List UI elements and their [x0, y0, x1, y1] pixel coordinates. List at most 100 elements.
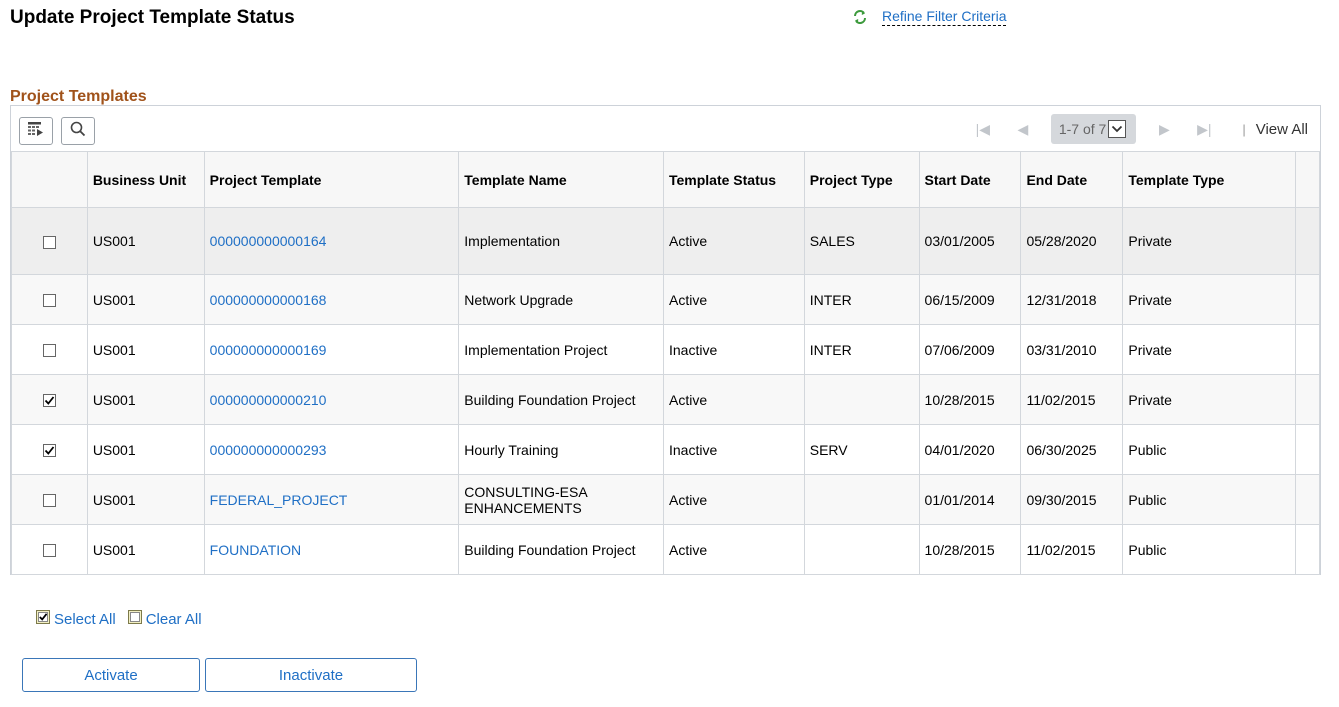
cell-template-status: Active	[662, 274, 805, 325]
cell-template-status: Inactive	[662, 324, 805, 375]
col-header-business-unit[interactable]: Business Unit	[86, 151, 205, 208]
cell-end-date: 09/30/2015	[1020, 474, 1124, 525]
end-date-value: 09/30/2015	[1026, 491, 1097, 508]
template-status-value: Active	[668, 491, 708, 508]
row-select-cell	[11, 374, 88, 425]
project-template-link[interactable]: 000000000000293	[210, 442, 327, 458]
cell-template-type: Public	[1122, 474, 1296, 525]
row-select-checkbox[interactable]	[42, 544, 56, 558]
table-row: US001 000000000000210 Building Foundation …	[11, 374, 1320, 425]
row-select-checkbox[interactable]	[42, 444, 56, 458]
start-date-value: 01/01/2014	[924, 491, 995, 508]
cell-business-unit: US001	[86, 324, 205, 375]
project-type-value: INTER	[809, 291, 852, 308]
col-header-template-type[interactable]: Template Type	[1122, 151, 1296, 208]
refine-filter-link[interactable]: Refine Filter Criteria	[882, 8, 1007, 26]
pager-separator: |	[1242, 121, 1246, 137]
row-select-checkbox[interactable]	[42, 344, 56, 358]
template-type-value: Private	[1128, 341, 1172, 358]
first-page-icon[interactable]: |◀	[963, 121, 1003, 138]
template-name-value: Building Foundation Project	[464, 541, 636, 558]
grid-toolbar: |◀ ◀ 1-7 of 7 ▶ ▶| | View All	[11, 106, 1320, 152]
project-template-link[interactable]: 000000000000164	[210, 233, 327, 249]
col-header-project-type[interactable]: Project Type	[803, 151, 920, 208]
cell-extra	[1295, 207, 1320, 275]
project-template-link[interactable]: 000000000000169	[210, 342, 327, 358]
col-header-start-date[interactable]: Start Date	[918, 151, 1022, 208]
clear-all[interactable]: Clear All	[127, 609, 202, 628]
template-name-value: Building Foundation Project	[464, 391, 636, 408]
view-all-link[interactable]: View All	[1256, 121, 1308, 138]
col-header-template-name[interactable]: Template Name	[458, 151, 664, 208]
row-select-cell	[11, 274, 88, 325]
end-date-value: 12/31/2018	[1026, 291, 1097, 308]
select-all-label[interactable]: Select All	[54, 611, 116, 628]
project-type-value: INTER	[809, 341, 852, 358]
start-date-value: 03/01/2005	[924, 233, 995, 249]
next-page-icon[interactable]: ▶	[1144, 121, 1184, 138]
find-button[interactable]	[61, 117, 95, 145]
business-unit-value: US001	[92, 291, 136, 308]
cell-template-status: Inactive	[662, 424, 805, 475]
cell-extra	[1295, 524, 1320, 575]
project-template-link[interactable]: 000000000000168	[210, 292, 327, 308]
end-date-value: 11/02/2015	[1026, 391, 1096, 408]
cell-project-type	[803, 474, 920, 525]
refine-filter[interactable]: Refine Filter Criteria	[852, 8, 1007, 26]
project-template-link[interactable]: 000000000000210	[210, 392, 327, 408]
col-header-end-date[interactable]: End Date	[1020, 151, 1124, 208]
col-header-template-status[interactable]: Template Status	[662, 151, 805, 208]
cell-template-name: Implementation Project	[458, 324, 664, 375]
cell-template-status: Active	[662, 207, 805, 275]
cell-template-type: Public	[1122, 524, 1296, 575]
cell-business-unit: US001	[86, 274, 205, 325]
last-page-icon[interactable]: ▶|	[1184, 121, 1224, 138]
cell-template-status: Active	[662, 474, 805, 525]
business-unit-value: US001	[92, 341, 136, 358]
cell-project-type: SERV	[803, 424, 920, 475]
cell-project-type	[803, 524, 920, 575]
cell-template-type: Private	[1122, 274, 1296, 325]
cell-business-unit: US001	[86, 374, 205, 425]
start-date-value: 04/01/2020	[924, 441, 995, 458]
project-templates-grid: |◀ ◀ 1-7 of 7 ▶ ▶| | View All Business U…	[10, 105, 1321, 575]
project-template-link[interactable]: FOUNDATION	[210, 542, 302, 558]
project-template-link[interactable]: FEDERAL_PROJECT	[210, 492, 348, 508]
template-name-value: Implementation Project	[464, 341, 608, 358]
cell-project-template: 000000000000168	[203, 274, 460, 325]
cell-project-template: 000000000000293	[203, 424, 460, 475]
project-type-value: SALES	[809, 233, 855, 249]
select-all[interactable]: Select All	[36, 609, 116, 628]
cell-start-date: 04/01/2020	[918, 424, 1022, 475]
start-date-value: 06/15/2009	[924, 291, 995, 308]
end-date-value: 03/31/2010	[1026, 341, 1097, 358]
cell-template-name: Implementation	[458, 207, 664, 275]
cell-end-date: 12/31/2018	[1020, 274, 1124, 325]
template-type-value: Private	[1128, 391, 1172, 408]
previous-page-icon[interactable]: ◀	[1003, 121, 1043, 138]
cell-template-type: Private	[1122, 207, 1296, 275]
row-select-checkbox[interactable]	[42, 294, 56, 308]
activate-button[interactable]: Activate	[22, 658, 200, 692]
cell-business-unit: US001	[86, 424, 205, 475]
clear-all-label[interactable]: Clear All	[146, 611, 202, 628]
cell-project-type: INTER	[803, 324, 920, 375]
table-header-row: Business Unit Project Template Template …	[11, 151, 1320, 208]
project-type-value: SERV	[809, 441, 848, 458]
personalize-button[interactable]	[19, 117, 53, 145]
cell-end-date: 06/30/2025	[1020, 424, 1124, 475]
row-select-checkbox[interactable]	[42, 394, 56, 408]
row-select-checkbox[interactable]	[42, 235, 56, 249]
cell-project-template: 000000000000210	[203, 374, 460, 425]
cell-project-template: FOUNDATION	[203, 524, 460, 575]
page-range-dropdown[interactable]	[1108, 120, 1127, 138]
row-select-checkbox[interactable]	[42, 494, 56, 508]
templates-table: Business Unit Project Template Template …	[11, 151, 1320, 575]
cell-end-date: 03/31/2010	[1020, 324, 1124, 375]
col-header-project-template[interactable]: Project Template	[203, 151, 460, 208]
table-row: US001 000000000000168 Network Upgrade Activ…	[11, 274, 1320, 325]
page-range-text: 1-7 of 7	[1058, 121, 1107, 137]
cell-template-type: Private	[1122, 374, 1296, 425]
business-unit-value: US001	[92, 233, 136, 249]
inactivate-button[interactable]: Inactivate	[205, 658, 417, 692]
